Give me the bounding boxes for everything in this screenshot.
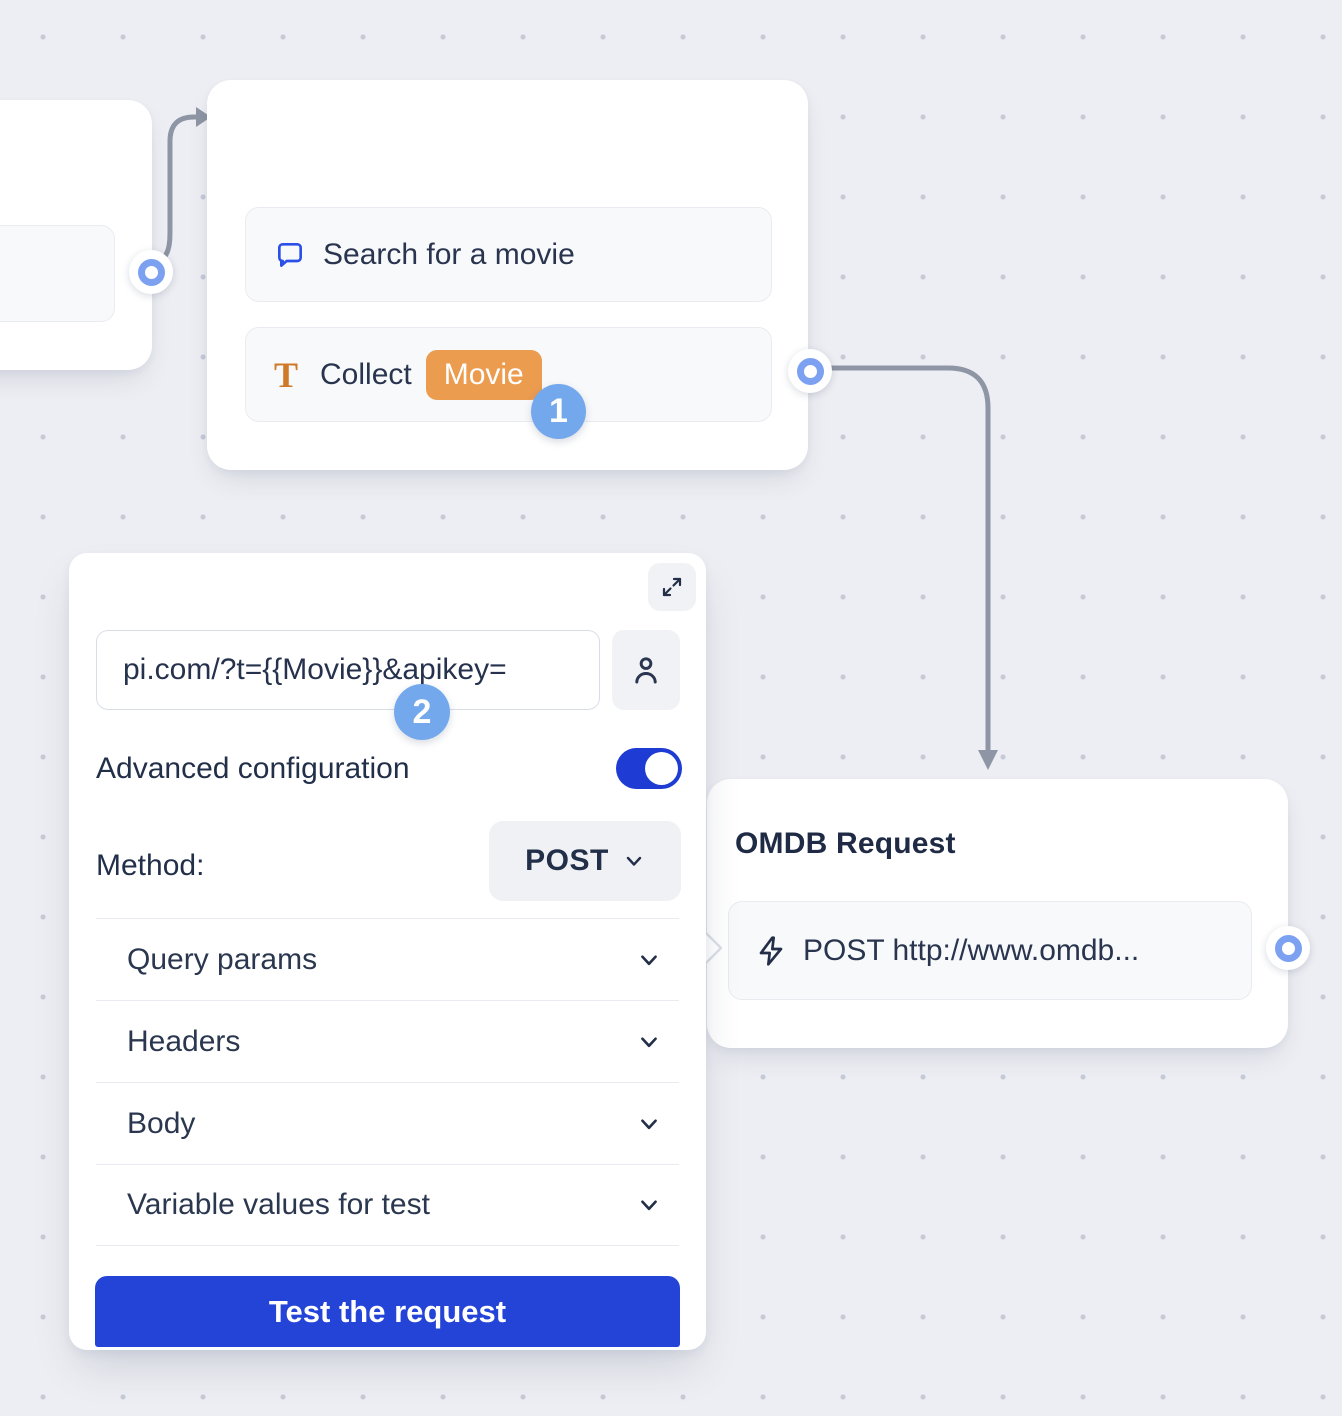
url-input-value: pi.com/?t={{Movie}}&apikey=	[123, 653, 507, 687]
omdb-output-port[interactable]	[1266, 926, 1310, 970]
section-label: Query params	[127, 943, 317, 977]
method-value: POST	[525, 844, 609, 878]
chevron-down-icon	[637, 948, 661, 972]
port-ring-icon	[797, 358, 824, 385]
connector-into-omdb	[824, 368, 988, 751]
method-label: Method:	[96, 849, 204, 883]
section-variable-values[interactable]: Variable values for test	[96, 1164, 679, 1246]
movie-search-node[interactable]: Movie search Search for a movie T Collec…	[207, 80, 808, 470]
chevron-down-icon	[637, 1193, 661, 1217]
port-ring-icon	[138, 259, 165, 286]
webhook-config-panel[interactable]: pi.com/?t={{Movie}}&apikey= 2 Advanced c…	[69, 553, 706, 1350]
section-headers[interactable]: Headers	[96, 1000, 679, 1082]
chevron-down-icon	[637, 1112, 661, 1136]
advanced-configuration-label: Advanced configuration	[96, 752, 410, 786]
connector-into-movie-search	[151, 117, 198, 268]
lightning-bolt-icon	[755, 935, 787, 967]
webhook-block-item[interactable]: POST http://www.omdb...	[728, 901, 1252, 1000]
variable-insert-button[interactable]	[612, 630, 680, 710]
section-query-params[interactable]: Query params	[96, 918, 679, 1000]
arrowhead-down-icon	[978, 750, 998, 770]
collect-block-label: Collect	[320, 358, 412, 392]
section-label: Variable values for test	[127, 1188, 430, 1222]
test-request-button[interactable]: Test the request	[95, 1276, 680, 1347]
section-label: Body	[127, 1107, 195, 1141]
step-badge-2: 2	[394, 684, 450, 740]
test-request-button-label: Test the request	[269, 1294, 506, 1330]
question-block-label: Search for a movie	[323, 238, 575, 272]
chevron-down-icon	[623, 850, 645, 872]
section-body[interactable]: Body	[96, 1082, 679, 1164]
partial-node-output-port[interactable]	[129, 250, 173, 294]
partial-node-item[interactable]	[0, 225, 115, 322]
collect-block-item[interactable]: T Collect Movie	[245, 327, 772, 422]
section-label: Headers	[127, 1025, 240, 1059]
toggle-knob	[645, 752, 678, 785]
partial-node-card[interactable]	[0, 100, 152, 370]
flow-canvas[interactable]: { "colors": { "canvas_bg": "#edeef3", "a…	[0, 0, 1342, 1416]
port-ring-icon	[1275, 935, 1302, 962]
chat-bubble-icon	[274, 239, 306, 271]
advanced-configuration-toggle[interactable]	[616, 748, 682, 789]
person-icon	[629, 653, 663, 687]
movie-search-output-port[interactable]	[788, 349, 832, 393]
url-input[interactable]: pi.com/?t={{Movie}}&apikey=	[96, 630, 600, 710]
node-title: OMDB Request	[735, 827, 956, 861]
variable-badge[interactable]: Movie	[426, 350, 542, 400]
webhook-block-label: POST http://www.omdb...	[803, 934, 1139, 968]
step-badge-1: 1	[531, 384, 586, 439]
expand-icon	[660, 575, 684, 599]
config-sections: Query params Headers Body Variable value…	[96, 918, 679, 1246]
omdb-request-node[interactable]: OMDB Request POST http://www.omdb...	[707, 779, 1288, 1048]
method-select[interactable]: POST	[489, 821, 681, 901]
text-input-icon: T	[274, 357, 298, 393]
question-block-item[interactable]: Search for a movie	[245, 207, 772, 302]
expand-button[interactable]	[648, 563, 696, 611]
chevron-down-icon	[637, 1030, 661, 1054]
